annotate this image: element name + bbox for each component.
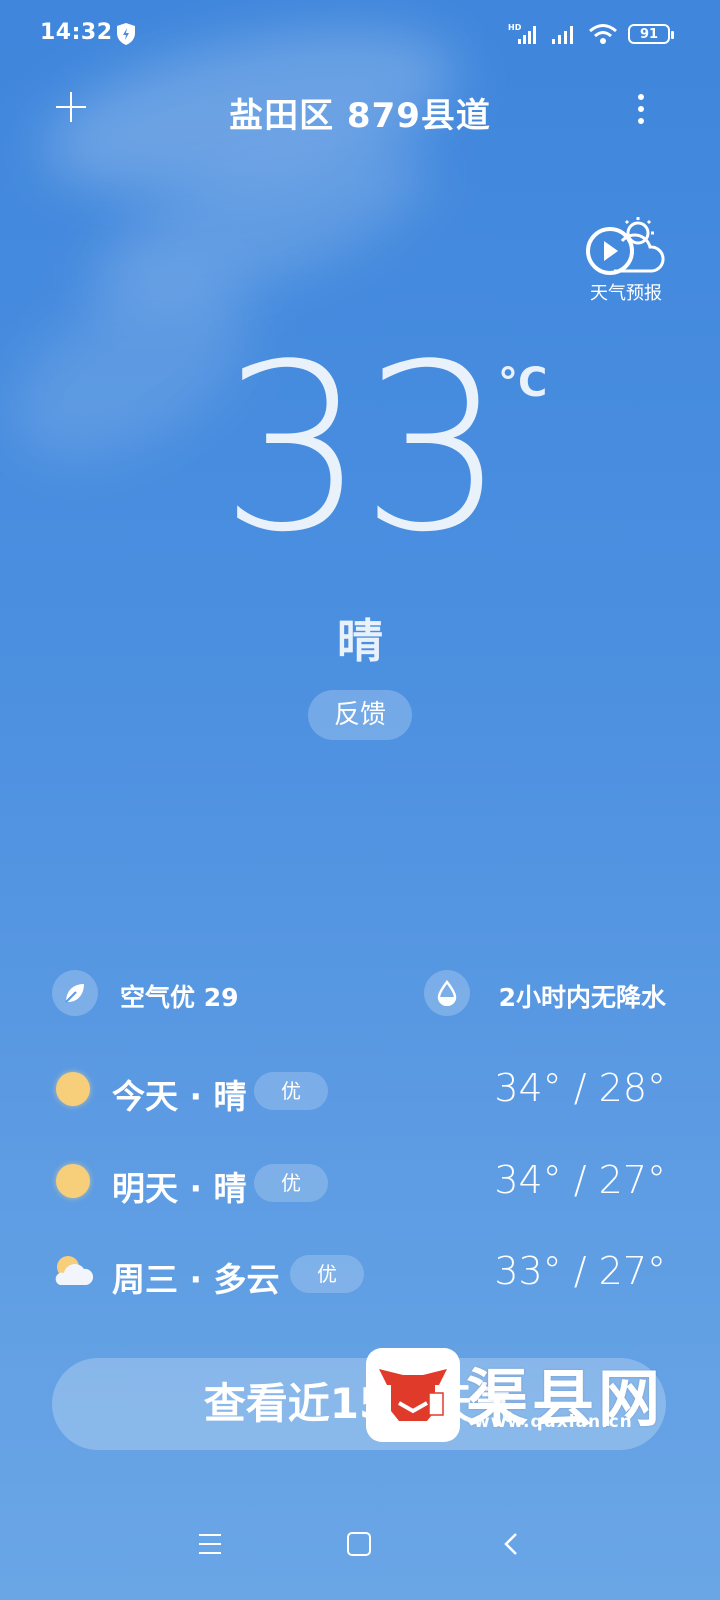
status-bar: 14:32 HD 91: [0, 0, 720, 70]
temperature-unit: °C: [498, 360, 548, 406]
forecast-video-label: 天气预报: [590, 283, 662, 304]
home-icon[interactable]: [347, 1532, 371, 1556]
signal-hd-icon: HD: [508, 23, 536, 44]
aqi-badge: 优: [254, 1072, 328, 1110]
forecast-day-row[interactable]: 明天 · 晴 优 34° / 27°: [52, 1152, 666, 1212]
watermark: 渠县网 www.quxian.cn: [366, 1348, 676, 1448]
svg-text:HD: HD: [508, 23, 522, 32]
day-label: 今天 · 晴: [112, 1077, 247, 1116]
battery-icon: 91: [628, 24, 674, 44]
current-temperature-block: 33 °C: [0, 320, 720, 580]
navigation-bar: [0, 1520, 720, 1584]
battery-level: 91: [639, 26, 659, 42]
shield-bolt-icon: [117, 23, 135, 45]
system-icons: HD 91: [508, 22, 674, 46]
recents-icon[interactable]: [199, 1534, 221, 1556]
partly-cloudy-icon: [55, 1256, 94, 1285]
temp-range: 33° / 27°: [494, 1249, 666, 1293]
location-title[interactable]: 盐田区 879县道: [0, 88, 720, 137]
water-drop-icon[interactable]: [424, 970, 470, 1016]
sun-icon: [56, 1164, 90, 1198]
feedback-button[interactable]: 反馈: [308, 690, 412, 740]
precipitation-label[interactable]: 2小时内无降水: [499, 978, 666, 1014]
status-time: 14:32: [40, 20, 113, 45]
temp-range: 34° / 27°: [494, 1158, 666, 1202]
sun-icon: [56, 1072, 90, 1106]
forecast-day-row[interactable]: 今天 · 晴 优 34° / 28°: [52, 1060, 666, 1120]
air-quality-label[interactable]: 空气优 29: [120, 978, 239, 1014]
more-vertical-icon[interactable]: [636, 94, 646, 128]
watermark-url: www.quxian.cn: [474, 1412, 633, 1432]
top-bar: 盐田区 879县道: [0, 80, 720, 144]
watermark-logo: [366, 1348, 460, 1442]
play-cloud-sun-icon: [586, 217, 665, 275]
temp-range: 34° / 28°: [494, 1066, 666, 1110]
aqi-badge: 优: [290, 1255, 364, 1293]
day-label: 明天 · 晴: [112, 1169, 247, 1208]
current-temperature: 33: [219, 316, 507, 583]
air-precip-row: 空气优 29 2小时内无降水: [52, 970, 666, 1018]
leaf-icon[interactable]: [52, 970, 98, 1016]
forecast-video-button[interactable]: 天气预报: [584, 215, 668, 305]
current-condition: 晴: [337, 614, 383, 668]
back-icon[interactable]: [502, 1532, 522, 1556]
day-label: 周三 · 多云: [112, 1260, 280, 1299]
forecast-day-row[interactable]: 周三 · 多云 优 33° / 27°: [52, 1243, 666, 1303]
aqi-badge: 优: [254, 1164, 328, 1202]
signal-icon: [552, 26, 573, 44]
wifi-icon: [589, 24, 617, 44]
